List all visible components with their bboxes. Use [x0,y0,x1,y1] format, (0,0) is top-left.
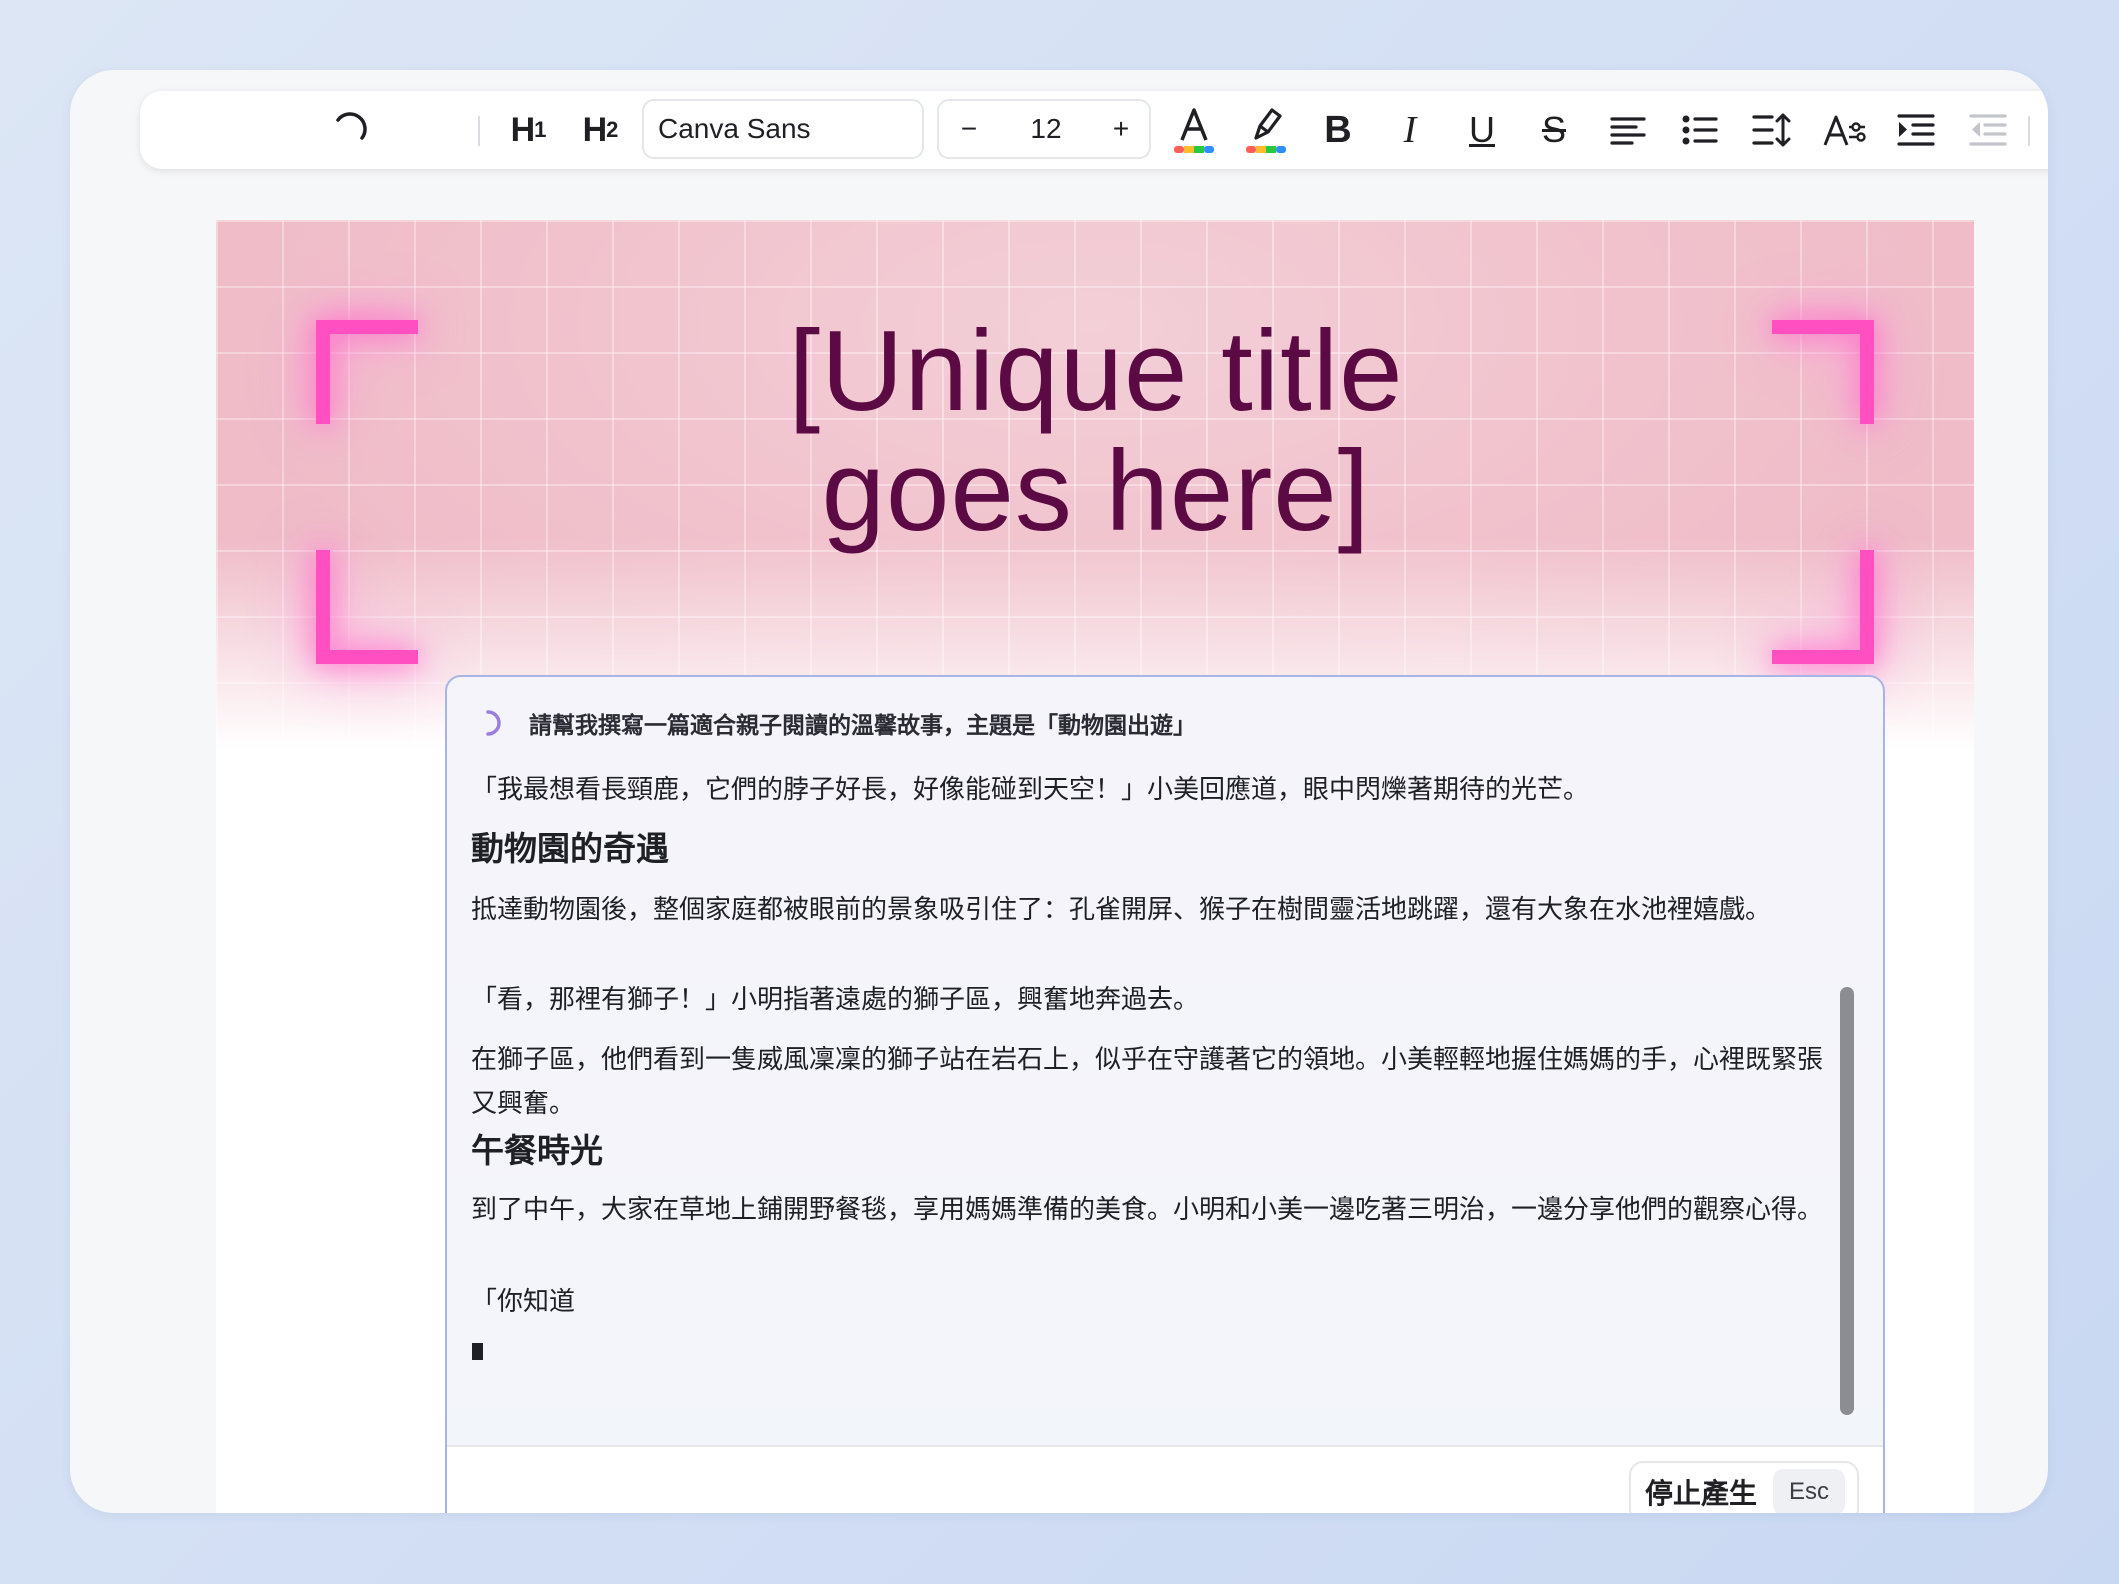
story-heading: 動物園的奇遇 [471,830,669,867]
banner-title[interactable]: [Unique title goes here] [516,312,1676,552]
text-cursor [472,1343,483,1360]
font-size-input[interactable]: 12 [999,101,1093,157]
toolbar-divider [2028,116,2030,146]
increase-font-size-button[interactable]: + [1101,101,1141,157]
content-scrollbar[interactable] [1840,987,1854,1415]
heading1-label: H [510,110,536,149]
story-paragraph: 「我最想看長頸鹿，它們的脖子好長，好像能碰到天空！」小美回應道，眼中閃爍著期待的… [471,774,1590,804]
font-size-stepper: − 12 + [937,99,1151,159]
line-spacing-icon[interactable] [1744,91,1800,169]
highlighter-icon[interactable] [1236,91,1296,169]
font-family-value: Canva Sans [658,113,811,144]
story-paragraph: 「你知道 [471,1286,576,1316]
italic-button[interactable]: I [1382,91,1438,169]
corner-bracket-bottom-right [1772,550,1874,664]
decrease-font-size-button[interactable]: − [949,101,989,157]
title-line-1: [Unique title [788,308,1404,435]
title-banner: [Unique title goes here] [216,220,1974,750]
outdent-icon[interactable] [1960,91,2016,169]
underline-button[interactable]: U [1454,91,1510,169]
esc-shortcut-badge: Esc [1773,1469,1845,1513]
heading2-button[interactable]: H2 [572,91,628,169]
prompt-row: 請幫我撰寫一篇適合親子閱讀的溫馨故事，主題是「動物園出遊」 [475,705,1196,741]
panel-footer: 停止產生 Esc [447,1447,1883,1513]
prompt-text: 請幫我撰寫一篇適合親子閱讀的溫馨故事，主題是「動物園出遊」 [529,712,1196,738]
bold-button[interactable]: B [1310,91,1366,169]
title-line-2: goes here] [821,428,1371,555]
story-paragraph: 抵達動物園後，整個家庭都被眼前的景象吸引住了：孔雀開屏、猴子在樹間靈活地跳躍，還… [471,894,1772,924]
corner-bracket-bottom-left [316,550,418,664]
paint-roller-icon[interactable] [2046,91,2048,169]
align-left-icon[interactable] [1600,91,1656,169]
app-window: H1 H2 Canva Sans − 12 + B I U S [Unique … [70,70,2048,1513]
indent-icon[interactable] [1888,91,1944,169]
stop-generating-button[interactable]: 停止產生 Esc [1629,1461,1859,1513]
story-paragraph: 在獅子區，他們看到一隻威風凜凜的獅子站在岩石上，似乎在守護著它的領地。小美輕輕地… [471,1044,1824,1118]
stop-generating-label: 停止產生 [1645,1478,1758,1509]
heading1-button[interactable]: H1 [500,91,556,169]
undo-arc-icon[interactable] [320,91,380,169]
text-effects-icon[interactable] [1816,91,1876,169]
story-heading: 午餐時光 [471,1132,603,1169]
heading1-sub: 1 [534,117,546,142]
heading2-sub: 2 [606,117,618,142]
corner-bracket-top-right [1772,320,1874,424]
ai-writer-panel: 請幫我撰寫一篇適合親子閱讀的溫馨故事，主題是「動物園出遊」 「我最想看長頸鹿，它… [445,675,1885,1513]
font-family-select[interactable]: Canva Sans [642,99,924,159]
loading-spinner-icon [486,710,501,736]
strikethrough-button[interactable]: S [1526,91,1582,169]
toolbar-divider [478,116,480,146]
story-paragraph: 「看，那裡有獅子！」小明指著遠處的獅子區，興奮地奔過去。 [471,984,1200,1014]
bullet-list-icon[interactable] [1672,91,1728,169]
story-paragraph: 到了中午，大家在草地上鋪開野餐毯，享用媽媽準備的美食。小明和小美一邊吃著三明治，… [471,1194,1824,1224]
corner-bracket-top-left [316,320,418,424]
text-color-icon[interactable] [1164,91,1224,169]
heading2-label: H [582,110,608,149]
text-toolbar: H1 H2 Canva Sans − 12 + B I U S [140,91,2048,169]
